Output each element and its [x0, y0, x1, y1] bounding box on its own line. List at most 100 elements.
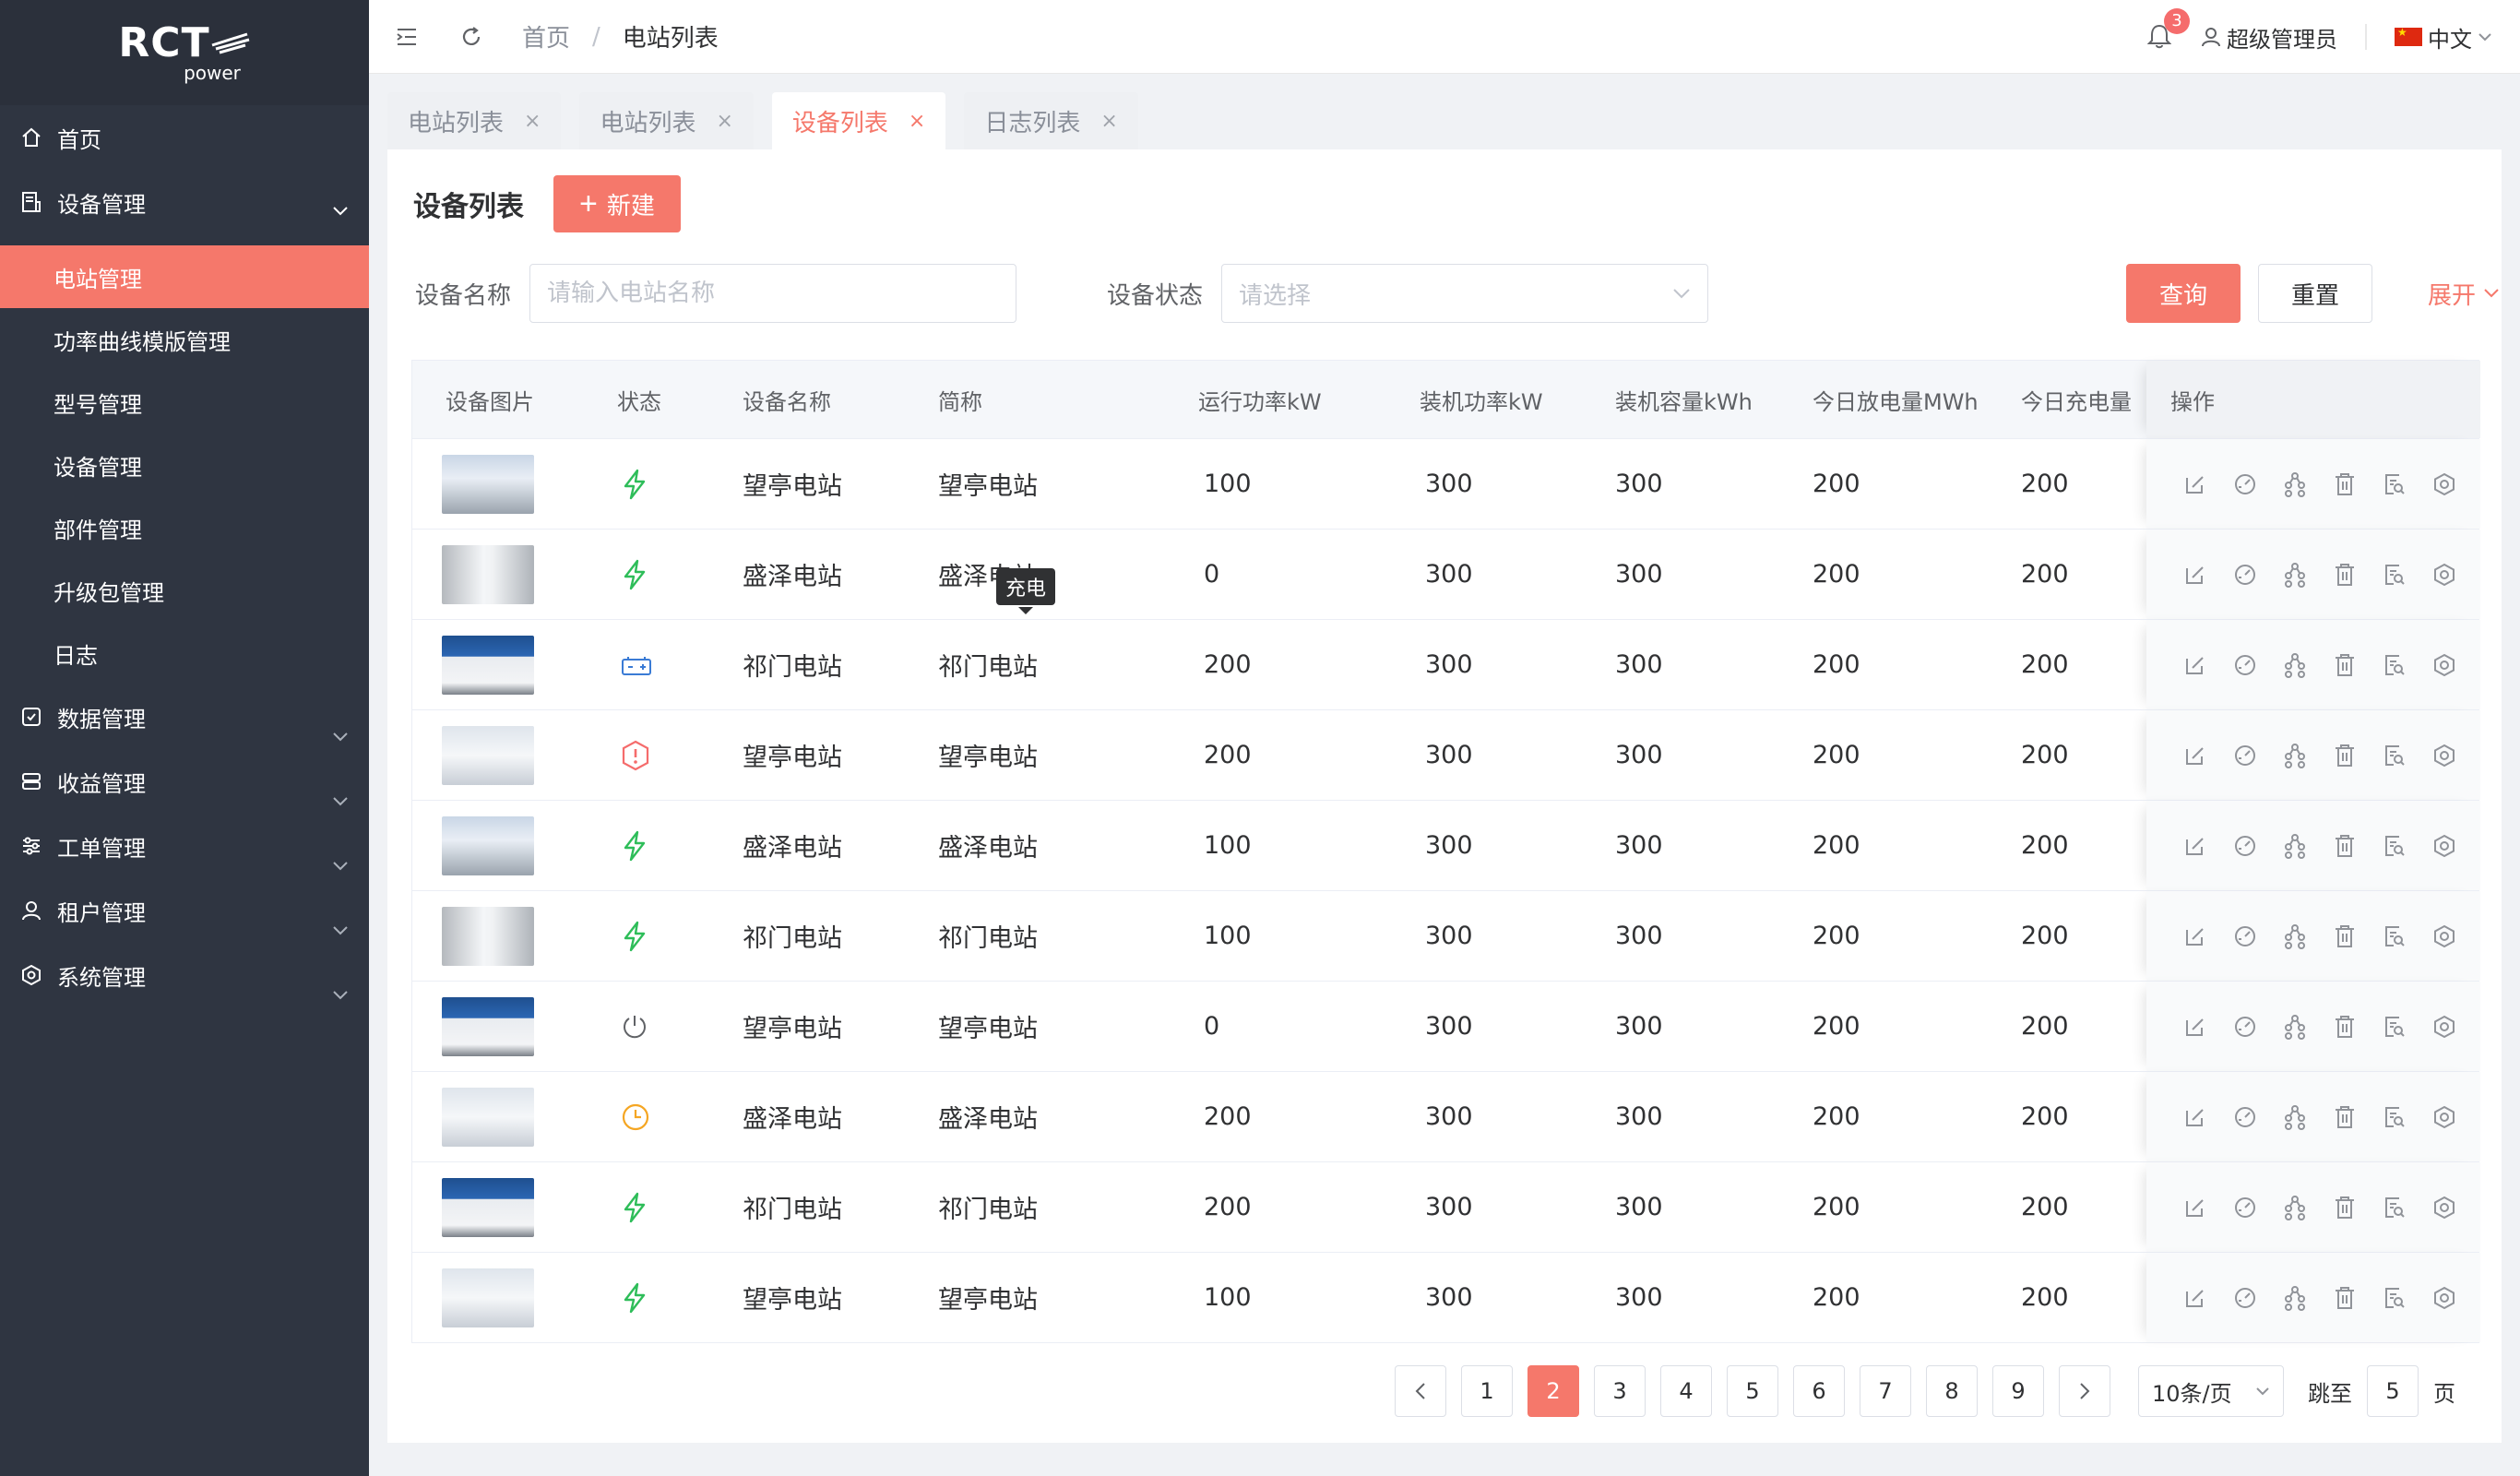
settings-icon[interactable]: [2419, 472, 2469, 496]
edit-icon[interactable]: [2170, 924, 2220, 948]
delete-icon[interactable]: [2320, 834, 2370, 858]
menu-system-mgmt[interactable]: 系统管理: [0, 943, 369, 1007]
status-charging-icon[interactable]: [621, 801, 648, 890]
device-name[interactable]: 盛泽电站: [743, 1072, 842, 1161]
status-charging-icon[interactable]: [621, 891, 648, 981]
gauge-icon[interactable]: [2220, 1196, 2270, 1220]
close-icon[interactable]: ×: [909, 110, 925, 133]
collapse-menu-icon[interactable]: [393, 23, 421, 51]
delete-icon[interactable]: [2320, 924, 2370, 948]
breadcrumb-home[interactable]: 首页: [522, 19, 570, 54]
delete-icon[interactable]: [2320, 563, 2370, 587]
device-name[interactable]: 盛泽电站: [743, 530, 842, 619]
gauge-icon[interactable]: [2220, 1286, 2270, 1310]
page-9-button[interactable]: 9: [1992, 1365, 2044, 1417]
device-name[interactable]: 望亭电站: [743, 1253, 842, 1342]
page-1-button[interactable]: 1: [1461, 1365, 1513, 1417]
edit-icon[interactable]: [2170, 1286, 2220, 1310]
device-image[interactable]: [442, 1162, 534, 1252]
gauge-icon[interactable]: [2220, 1015, 2270, 1039]
delete-icon[interactable]: [2320, 653, 2370, 677]
detail-icon[interactable]: [2370, 834, 2419, 858]
device-image[interactable]: [442, 710, 534, 800]
edit-icon[interactable]: [2170, 834, 2220, 858]
tab-log-list[interactable]: 日志列表 ×: [964, 92, 1138, 149]
settings-icon[interactable]: [2419, 1105, 2469, 1129]
next-page-button[interactable]: [2059, 1365, 2110, 1417]
tab-station-list-2[interactable]: 电站列表 ×: [579, 92, 754, 149]
topology-icon[interactable]: [2270, 833, 2320, 859]
detail-icon[interactable]: [2370, 1105, 2419, 1129]
tab-station-list-1[interactable]: 电站列表 ×: [387, 92, 562, 149]
device-image[interactable]: [442, 891, 534, 981]
detail-icon[interactable]: [2370, 744, 2419, 768]
page-7-button[interactable]: 7: [1860, 1365, 1911, 1417]
gauge-icon[interactable]: [2220, 924, 2270, 948]
device-name[interactable]: 祁门电站: [743, 891, 842, 981]
refresh-icon[interactable]: [458, 23, 485, 51]
settings-icon[interactable]: [2419, 924, 2469, 948]
detail-icon[interactable]: [2370, 1015, 2419, 1039]
settings-icon[interactable]: [2419, 1196, 2469, 1220]
topology-icon[interactable]: [2270, 562, 2320, 588]
device-name[interactable]: 望亭电站: [743, 439, 842, 529]
menu-data-mgmt[interactable]: 数据管理: [0, 684, 369, 749]
sidebar-item-model[interactable]: 型号管理: [0, 371, 369, 434]
settings-icon[interactable]: [2419, 1015, 2469, 1039]
gauge-icon[interactable]: [2220, 472, 2270, 496]
detail-icon[interactable]: [2370, 924, 2419, 948]
device-name-input[interactable]: [529, 264, 1017, 323]
page-6-button[interactable]: 6: [1793, 1365, 1845, 1417]
status-pending-icon[interactable]: [621, 1072, 650, 1161]
device-image[interactable]: [442, 530, 534, 619]
device-name[interactable]: 祁门电站: [743, 620, 842, 709]
gauge-icon[interactable]: [2220, 744, 2270, 768]
settings-icon[interactable]: [2419, 1286, 2469, 1310]
delete-icon[interactable]: [2320, 1015, 2370, 1039]
detail-icon[interactable]: [2370, 653, 2419, 677]
sidebar-item-station-mgmt[interactable]: 电站管理: [0, 245, 369, 308]
delete-icon[interactable]: [2320, 472, 2370, 496]
notification-button[interactable]: 3: [2146, 8, 2190, 51]
expand-toggle[interactable]: 展开: [2428, 264, 2500, 323]
page-size-select[interactable]: 10条/页: [2138, 1365, 2284, 1417]
edit-icon[interactable]: [2170, 1105, 2220, 1129]
settings-icon[interactable]: [2419, 653, 2469, 677]
gauge-icon[interactable]: [2220, 1105, 2270, 1129]
prev-page-button[interactable]: [1395, 1365, 1446, 1417]
status-alarm-icon[interactable]: [621, 710, 650, 800]
device-image[interactable]: [442, 801, 534, 890]
delete-icon[interactable]: [2320, 1105, 2370, 1129]
edit-icon[interactable]: [2170, 1015, 2220, 1039]
gauge-icon[interactable]: [2220, 563, 2270, 587]
jump-input[interactable]: 5: [2367, 1365, 2419, 1417]
device-name[interactable]: 望亭电站: [743, 710, 842, 800]
menu-tenant-mgmt[interactable]: 租户管理: [0, 878, 369, 943]
sidebar-item-device[interactable]: 设备管理: [0, 434, 369, 496]
delete-icon[interactable]: [2320, 744, 2370, 768]
detail-icon[interactable]: [2370, 472, 2419, 496]
menu-device-mgmt[interactable]: 设备管理: [0, 170, 369, 234]
status-charging-icon[interactable]: [621, 439, 648, 529]
edit-icon[interactable]: [2170, 1196, 2220, 1220]
page-4-button[interactable]: 4: [1660, 1365, 1712, 1417]
detail-icon[interactable]: [2370, 1196, 2419, 1220]
page-3-button[interactable]: 3: [1594, 1365, 1646, 1417]
device-image[interactable]: [442, 620, 534, 709]
device-status-select[interactable]: 请选择: [1221, 264, 1709, 323]
query-button[interactable]: 查询: [2126, 264, 2241, 323]
topology-icon[interactable]: [2270, 1014, 2320, 1040]
settings-icon[interactable]: [2419, 834, 2469, 858]
sidebar-item-power-curve[interactable]: 功率曲线模版管理: [0, 308, 369, 371]
device-image[interactable]: [442, 1253, 534, 1342]
language-switch[interactable]: 中文: [2395, 21, 2492, 54]
menu-home[interactable]: 首页: [0, 105, 369, 170]
topology-icon[interactable]: [2270, 1104, 2320, 1130]
status-offline-icon[interactable]: [621, 982, 648, 1071]
settings-icon[interactable]: [2419, 744, 2469, 768]
menu-revenue-mgmt[interactable]: 收益管理: [0, 749, 369, 814]
edit-icon[interactable]: [2170, 563, 2220, 587]
tab-device-list[interactable]: 设备列表 ×: [771, 92, 946, 149]
topology-icon[interactable]: [2270, 652, 2320, 678]
edit-icon[interactable]: [2170, 653, 2220, 677]
